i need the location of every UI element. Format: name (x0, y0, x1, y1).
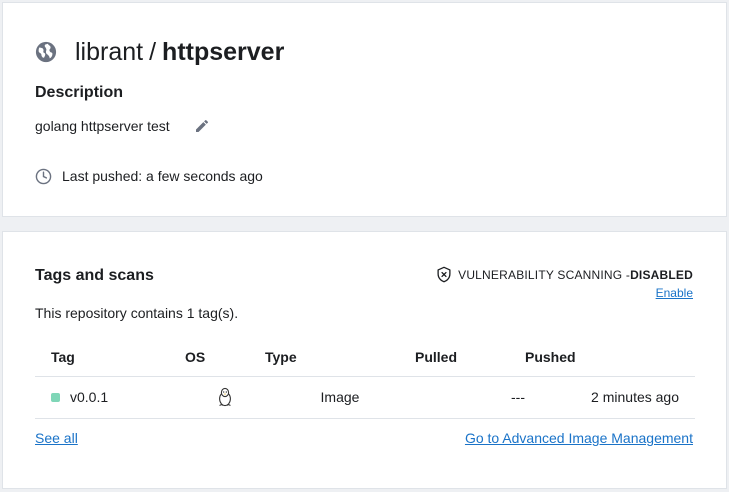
pencil-icon[interactable] (194, 118, 210, 134)
tags-heading: Tags and scans (35, 267, 154, 284)
tags-table: Tag OS Type Pulled Pushed v0.0.1 Image -… (35, 338, 695, 419)
shield-x-icon (437, 266, 451, 283)
vulnerability-scanning-status: VULNERABILITY SCANNING - DISABLED (436, 266, 693, 283)
repository-info-card: librant / httpserver Description golang … (2, 2, 727, 217)
vulnerability-label: VULNERABILITY SCANNING - (458, 267, 631, 282)
tag-cell: v0.0.1 (51, 389, 185, 405)
column-header-pushed: Pushed (525, 338, 695, 377)
enable-scanning-link[interactable]: Enable (656, 286, 693, 300)
repository-name: httpserver (162, 38, 285, 66)
tag-count-text: This repository contains 1 tag(s). (35, 305, 239, 321)
clock-icon (35, 168, 52, 184)
column-header-tag: Tag (35, 338, 185, 377)
advanced-image-management-link[interactable]: Go to Advanced Image Management (465, 430, 693, 446)
column-header-type: Type (265, 338, 415, 377)
linux-icon (219, 387, 231, 407)
tag-pulled: --- (415, 376, 525, 419)
tags-and-scans-card: Tags and scans VULNERABILITY SCANNING - … (2, 231, 727, 489)
repository-namespace[interactable]: librant (75, 37, 143, 67)
title-separator: / (149, 38, 157, 66)
table-row[interactable]: v0.0.1 Image --- 2 minutes ago (35, 376, 695, 419)
see-all-link[interactable]: See all (35, 430, 78, 446)
description-text: golang httpserver test (35, 118, 170, 134)
description-heading: Description (35, 84, 124, 101)
repository-title: librant / httpserver (35, 37, 284, 67)
tag-type: Image (265, 376, 415, 419)
column-header-pulled: Pulled (415, 338, 525, 377)
last-pushed-row: Last pushed: a few seconds ago (35, 167, 263, 185)
tag-name[interactable]: v0.0.1 (70, 389, 108, 405)
globe-icon (35, 41, 57, 63)
vulnerability-state: DISABLED (630, 267, 693, 282)
last-pushed-text: Last pushed: a few seconds ago (62, 168, 263, 184)
description-row: golang httpserver test (35, 117, 210, 135)
tags-table-header: Tag OS Type Pulled Pushed (35, 338, 695, 377)
tag-status-dot (51, 392, 60, 402)
tag-pushed: 2 minutes ago (525, 376, 695, 419)
column-header-os: OS (185, 338, 265, 377)
